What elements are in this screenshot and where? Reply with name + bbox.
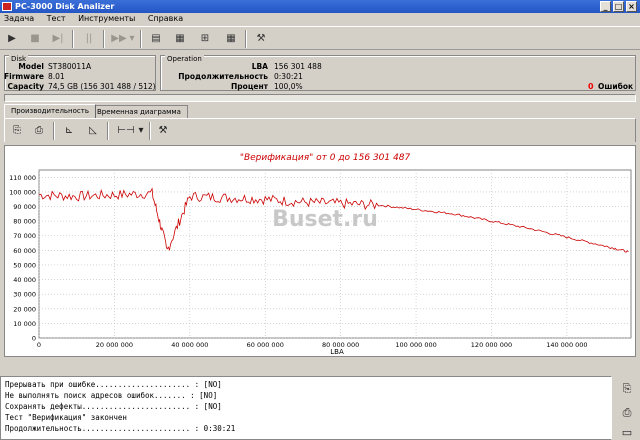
chart-tools-icon[interactable]: ⚒ xyxy=(155,123,171,139)
window-title: PC-3000 Disk Analizer xyxy=(15,2,115,11)
tools-icon[interactable]: ⚒ xyxy=(252,30,270,47)
chart-svg: 140 000 000120 000 000100 000 00080 000 … xyxy=(9,153,632,356)
app-icon xyxy=(2,2,12,11)
performance-chart: 140 000 000 120 000 000 100 000 000 80 000 … xyxy=(4,145,636,357)
chart-x-label: LBA xyxy=(330,348,344,356)
y-tick-label: 70 000 xyxy=(13,232,36,240)
watermark: Buset.ru xyxy=(272,207,378,232)
duration-label: Продолжительность xyxy=(178,72,268,81)
percent-label: Процент xyxy=(231,82,268,91)
model-value: ST380011A xyxy=(48,62,92,71)
report-icon[interactable]: ▤ xyxy=(147,30,165,47)
title-bar: PC-3000 Disk Analizer _ □ × xyxy=(0,0,640,13)
menu-tools[interactable]: Инструменты xyxy=(78,14,135,23)
y-tick-label: 90 000 xyxy=(13,203,36,211)
y-tick-label: 50 000 xyxy=(13,261,36,269)
save-chart-icon[interactable]: ⎙ xyxy=(31,123,47,139)
x-tick-label: 40 000 000 xyxy=(171,341,208,349)
y-tick-label: 0 xyxy=(32,335,36,343)
tab-performance[interactable]: Производительность xyxy=(4,104,96,118)
capacity-label: Capacity xyxy=(7,82,45,91)
toolbar-separator xyxy=(107,122,109,140)
errors-count: 0 xyxy=(588,82,594,91)
toolbar-separator xyxy=(53,122,55,140)
x-tick-label: 140 000 000 xyxy=(546,341,587,349)
log-line: Продолжительность.......................… xyxy=(5,424,236,433)
model-label: Model xyxy=(18,62,44,71)
dropdown-arrow-icon[interactable]: ▾ xyxy=(137,123,145,139)
clear-log-icon[interactable]: ▭ xyxy=(618,424,636,440)
firmware-label: Firmware xyxy=(4,72,44,81)
toolbar-separator xyxy=(245,30,247,48)
step-icon[interactable]: ▶| xyxy=(49,30,67,47)
errors-label: Ошибок xyxy=(598,82,634,91)
maximize-button[interactable]: □ xyxy=(613,1,624,12)
menu-task[interactable]: Задача xyxy=(4,14,34,23)
toolbar-separator xyxy=(103,30,105,48)
map-icon[interactable]: ▦ xyxy=(171,30,189,47)
lba-label: LBA xyxy=(251,62,268,71)
x-tick-label: 0 xyxy=(37,341,41,349)
firmware-value: 8.01 xyxy=(48,72,65,81)
toolbar-separator xyxy=(149,122,151,140)
minimize-button[interactable]: _ xyxy=(600,1,611,12)
copy-log-icon[interactable]: ⎘ xyxy=(618,380,636,398)
export-icon[interactable]: ⎘ xyxy=(9,123,25,139)
menu-test[interactable]: Тест xyxy=(47,14,66,23)
chart-title: "Верификация" от 0 до 156 301 487 xyxy=(240,153,411,163)
log-line: Тест "Верификация" закончен xyxy=(5,413,127,422)
y-tick-label: 30 000 xyxy=(13,291,36,299)
play-icon[interactable]: ▶ xyxy=(3,30,21,47)
fast-forward-icon[interactable]: ▶▶ xyxy=(110,30,128,47)
x-tick-label: 20 000 000 xyxy=(96,341,133,349)
range-icon[interactable]: ⊢⊣ xyxy=(115,123,137,139)
y-tick-label: 60 000 xyxy=(13,247,36,255)
toolbar-separator xyxy=(72,30,74,48)
x-tick-label: 100 000 000 xyxy=(395,341,436,349)
x-tick-label: 60 000 000 xyxy=(247,341,284,349)
tab-time-diagram[interactable]: Временная диаграмма xyxy=(90,105,188,118)
y-tick-label: 110 000 xyxy=(9,174,36,182)
y-tick-label: 80 000 xyxy=(13,218,36,226)
log-line: Не выполнять поиск адресов ошибок.......… xyxy=(5,391,218,400)
menu-help[interactable]: Справка xyxy=(148,14,183,23)
pause-icon[interactable]: || xyxy=(80,30,98,47)
network-icon[interactable]: ⊞ xyxy=(196,30,214,47)
main-toolbar: ▶ ■ ▶| || ▶▶ ▾ ▤ ▦ ⊞ ▦ ⚒ xyxy=(0,26,640,50)
percent-value: 100,0% xyxy=(274,82,303,91)
plot-frame xyxy=(38,169,632,339)
chart-toolbar: ⎘ ⎙ ⊾ ◺ ⊢⊣ ▾ ⚒ xyxy=(4,118,636,142)
chart-scale-icon[interactable]: ◺ xyxy=(85,123,101,139)
duration-value: 0:30:21 xyxy=(274,72,303,81)
y-tick-label: 100 000 xyxy=(9,188,36,196)
y-tick-label: 20 000 xyxy=(13,305,36,313)
tab-strip: Производительность Временная диаграмма xyxy=(0,104,640,118)
stop-icon[interactable]: ■ xyxy=(26,30,44,47)
log-line: Сохранять дефекты.......................… xyxy=(5,402,222,411)
y-tick-label: 40 000 xyxy=(13,276,36,284)
lba-value: 156 301 488 xyxy=(274,62,322,71)
log-line: Прерывать при ошибке....................… xyxy=(5,380,222,389)
x-tick-label: 120 000 000 xyxy=(471,341,512,349)
log-panel: Прерывать при ошибке....................… xyxy=(0,376,612,440)
toolbar-separator xyxy=(140,30,142,48)
dropdown-arrow-icon[interactable]: ▾ xyxy=(128,30,136,47)
capacity-value: 74,5 GB (156 301 488 / 512) xyxy=(48,82,156,91)
grid-icon[interactable]: ▦ xyxy=(222,30,240,47)
close-button[interactable]: × xyxy=(626,1,637,12)
save-log-icon[interactable]: ⎙ xyxy=(618,404,636,422)
y-tick-label: 10 000 xyxy=(13,320,36,328)
chart-axes-icon[interactable]: ⊾ xyxy=(61,123,77,139)
menu-bar: Задача Тест Инструменты Справка xyxy=(0,13,640,25)
progress-bar xyxy=(4,94,636,102)
